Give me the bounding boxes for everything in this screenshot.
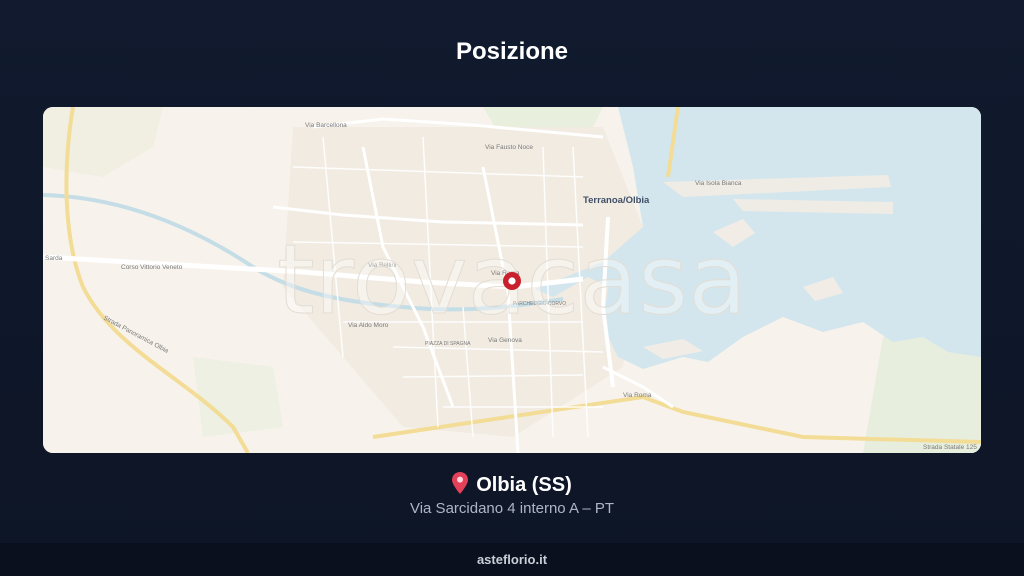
map-label-via-barcellona: Via Barcellona — [305, 122, 347, 129]
location-title: Olbia (SS) — [0, 472, 1024, 500]
map-label-via-roma-south: Via Roma — [623, 392, 652, 399]
page-title: Posizione — [455, 38, 569, 65]
location-address: Via Sarcidano 4 interno A – PT — [409, 500, 615, 517]
map-pin-icon — [452, 472, 469, 500]
map-label-via-isola-bianca: Via Isola Bianca — [695, 180, 742, 187]
map-label-city: Terranoa/Olbia — [583, 195, 650, 206]
map-label-piazza-di-spagna: PIAZZA DI SPAGNA — [425, 341, 471, 347]
location-map[interactable]: Via Barcellona Via Fausto Noce Via Isola… — [43, 107, 981, 453]
map-label-via-genova: Via Genova — [488, 337, 522, 344]
map-label-via-fausto-noce: Via Fausto Noce — [485, 144, 533, 151]
map-label-strada-statale: Strada Statale 125 — [923, 444, 977, 451]
location-marker-icon[interactable] — [503, 272, 521, 290]
footer: asteflorio.it — [0, 543, 1024, 576]
map-label-sarda: Sarda — [45, 255, 63, 262]
footer-site-link[interactable]: asteflorio.it — [477, 552, 547, 567]
map-park-area — [193, 357, 283, 437]
location-name: Olbia (SS) — [476, 474, 572, 496]
map-canvas[interactable]: Via Barcellona Via Fausto Noce Via Isola… — [43, 107, 981, 453]
map-label-corso-vittorio-veneto: Corso Vittorio Veneto — [121, 264, 183, 271]
